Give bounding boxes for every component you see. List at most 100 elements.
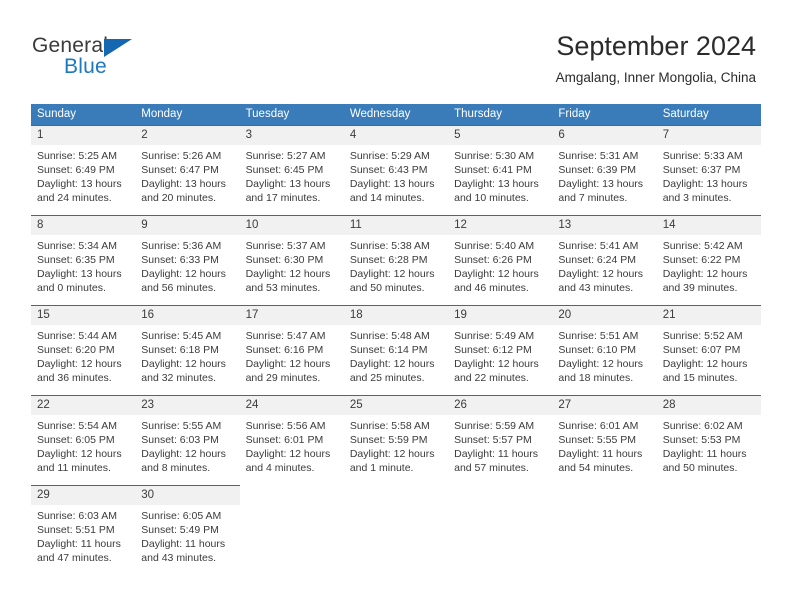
day-details: Sunrise: 5:41 AM Sunset: 6:24 PM Daylight:… [552,235,656,295]
calendar-day-cell[interactable]: 20 Sunrise: 5:51 AM Sunset: 6:10 PM Dayligh… [552,305,657,395]
calendar-day-cell[interactable]: 14 Sunrise: 5:42 AM Sunset: 6:22 PM Dayligh… [656,215,761,305]
calendar-day-cell[interactable]: 15 Sunrise: 5:44 AM Sunset: 6:20 PM Dayligh… [31,305,136,395]
calendar-day-cell[interactable]: 4 Sunrise: 5:29 AM Sunset: 6:43 PM Daylight… [343,125,449,215]
day-number: 12 [454,219,467,231]
calendar-day-cell[interactable]: 12 Sunrise: 5:40 AM Sunset: 6:26 PM Dayligh… [448,215,553,305]
calendar-day-cell[interactable]: 10 Sunrise: 5:37 AM Sunset: 6:30 PM Dayligh… [239,215,344,305]
day-details [448,504,552,508]
day-number: 3 [245,129,252,141]
day-number-band: 27 [552,395,657,415]
sunset-text: Sunset: 6:07 PM [662,344,741,356]
calendar-day-cell[interactable]: 3 Sunrise: 5:27 AM Sunset: 6:45 PM Daylight… [239,125,344,215]
daylight-text-line2: and 50 minutes. [349,282,425,294]
day-number: 19 [454,309,467,321]
weekday-header-tuesday: Tuesday [245,108,290,120]
sunrise-text: Sunrise: 5:40 AM [454,240,535,252]
day-details: Sunrise: 5:29 AM Sunset: 6:43 PM Daylight:… [344,145,448,205]
day-number-band: 12 [448,215,553,235]
calendar-day-cell[interactable]: 29 Sunrise: 6:03 AM Sunset: 5:51 PM Dayligh… [31,485,136,575]
day-number: 6 [558,129,565,141]
calendar-day-cell[interactable]: 11 Sunrise: 5:38 AM Sunset: 6:28 PM Dayligh… [343,215,449,305]
calendar-day-cell[interactable]: 26 Sunrise: 5:59 AM Sunset: 5:57 PM Dayligh… [448,395,553,485]
calendar-day-cell-empty [344,485,448,575]
sunset-text: Sunset: 6:30 PM [245,254,324,266]
daylight-text-line2: and 4 minutes. [245,462,315,474]
calendar-day-cell[interactable]: 18 Sunrise: 5:48 AM Sunset: 6:14 PM Dayligh… [343,305,449,395]
calendar-day-cell[interactable]: 5 Sunrise: 5:30 AM Sunset: 6:41 PM Daylight… [448,125,553,215]
daylight-text-line1: Daylight: 12 hours [558,358,644,370]
day-number-band [240,485,344,504]
day-details: Sunrise: 5:36 AM Sunset: 6:33 PM Daylight:… [135,235,239,295]
weekday-header-thursday: Thursday [454,108,503,120]
calendar-grid: Sunday Monday Tuesday Wednesday Thursday… [31,104,761,575]
day-details [240,504,344,508]
calendar-day-cell[interactable]: 23 Sunrise: 5:55 AM Sunset: 6:03 PM Dayligh… [135,395,240,485]
calendar-day-cell[interactable]: 1 Sunrise: 5:25 AM Sunset: 6:49 PM Daylight… [31,125,136,215]
calendar-day-cell[interactable]: 19 Sunrise: 5:49 AM Sunset: 6:12 PM Dayligh… [448,305,553,395]
calendar-day-cell[interactable]: 30 Sunrise: 6:05 AM Sunset: 5:49 PM Dayligh… [135,485,240,575]
day-number-band: 19 [448,305,553,325]
weekday-header-row: Sunday Monday Tuesday Wednesday Thursday… [31,104,761,125]
daylight-text-line2: and 32 minutes. [141,372,216,384]
day-number-band: 3 [239,125,344,145]
day-details: Sunrise: 5:52 AM Sunset: 6:07 PM Daylight:… [657,325,761,385]
daylight-text-line1: Daylight: 12 hours [349,358,435,370]
day-number: 2 [141,129,148,141]
day-number: 7 [662,129,670,141]
day-details: Sunrise: 5:59 AM Sunset: 5:57 PM Daylight:… [448,415,552,475]
daylight-text-line1: Daylight: 12 hours [349,448,435,460]
day-number-band [448,485,552,504]
day-number-band: 18 [343,305,449,325]
day-details: Sunrise: 6:03 AM Sunset: 5:51 PM Daylight:… [31,505,135,565]
page-subtitle: Amgalang, Inner Mongolia, China [555,70,756,85]
daylight-text-line2: and 14 minutes. [349,192,425,204]
day-number: 26 [454,399,467,411]
sunset-text: Sunset: 5:57 PM [454,434,532,446]
daylight-text-line2: and 57 minutes. [454,462,529,474]
sunset-text: Sunset: 6:14 PM [349,344,428,356]
sunset-text: Sunset: 6:45 PM [245,164,324,176]
sunrise-text: Sunrise: 5:38 AM [349,240,430,252]
day-number: 18 [349,309,363,321]
day-number-band: 5 [448,125,553,145]
daylight-text-line2: and 10 minutes. [454,192,529,204]
calendar-week-row: 8 Sunrise: 5:34 AM Sunset: 6:35 PM Daylight… [31,215,761,305]
daylight-text-line1: Daylight: 13 hours [37,178,122,190]
day-number-band: 4 [343,125,449,145]
day-number-band: 15 [31,305,136,325]
day-number: 9 [141,219,148,231]
calendar-day-cell-empty [657,485,761,575]
daylight-text-line1: Daylight: 12 hours [454,358,539,370]
calendar-day-cell[interactable]: 6 Sunrise: 5:31 AM Sunset: 6:39 PM Daylight… [552,125,657,215]
calendar-day-cell[interactable]: 22 Sunrise: 5:54 AM Sunset: 6:05 PM Dayligh… [31,395,136,485]
day-number: 10 [245,219,259,231]
calendar-day-cell[interactable]: 13 Sunrise: 5:41 AM Sunset: 6:24 PM Dayligh… [552,215,657,305]
calendar-day-cell[interactable]: 8 Sunrise: 5:34 AM Sunset: 6:35 PM Daylight… [31,215,136,305]
sunrise-text: Sunrise: 5:37 AM [245,240,326,252]
calendar-day-cell[interactable]: 25 Sunrise: 5:58 AM Sunset: 5:59 PM Dayligh… [343,395,449,485]
calendar-day-cell[interactable]: 27 Sunrise: 6:01 AM Sunset: 5:55 PM Dayligh… [552,395,657,485]
daylight-text-line2: and 25 minutes. [349,372,425,384]
calendar-day-cell[interactable]: 7 Sunrise: 5:33 AM Sunset: 6:37 PM Daylight… [656,125,761,215]
calendar-day-cell[interactable]: 2 Sunrise: 5:26 AM Sunset: 6:47 PM Daylight… [135,125,240,215]
calendar-day-cell[interactable]: 24 Sunrise: 5:56 AM Sunset: 6:01 PM Dayligh… [239,395,344,485]
day-details: Sunrise: 5:40 AM Sunset: 6:26 PM Daylight:… [448,235,552,295]
daylight-text-line1: Daylight: 12 hours [245,268,331,280]
sunset-text: Sunset: 6:16 PM [245,344,324,356]
sunrise-text: Sunrise: 5:51 AM [558,330,639,342]
brand-logo[interactable]: General Blue [32,34,212,86]
day-number: 16 [141,309,155,321]
day-number-band: 7 [656,125,761,145]
daylight-text-line2: and 53 minutes. [245,282,321,294]
sunrise-text: Sunrise: 5:44 AM [37,330,117,342]
day-number-band: 10 [239,215,344,235]
calendar-day-cell[interactable]: 9 Sunrise: 5:36 AM Sunset: 6:33 PM Daylight… [135,215,240,305]
daylight-text-line2: and 3 minutes. [662,192,732,204]
daylight-text-line2: and 7 minutes. [558,192,628,204]
daylight-text-line1: Daylight: 11 hours [662,448,747,460]
calendar-day-cell[interactable]: 16 Sunrise: 5:45 AM Sunset: 6:18 PM Dayligh… [135,305,240,395]
sunset-text: Sunset: 6:33 PM [141,254,219,266]
calendar-day-cell[interactable]: 28 Sunrise: 6:02 AM Sunset: 5:53 PM Dayligh… [656,395,761,485]
calendar-day-cell[interactable]: 21 Sunrise: 5:52 AM Sunset: 6:07 PM Dayligh… [656,305,761,395]
calendar-day-cell[interactable]: 17 Sunrise: 5:47 AM Sunset: 6:16 PM Dayligh… [239,305,344,395]
